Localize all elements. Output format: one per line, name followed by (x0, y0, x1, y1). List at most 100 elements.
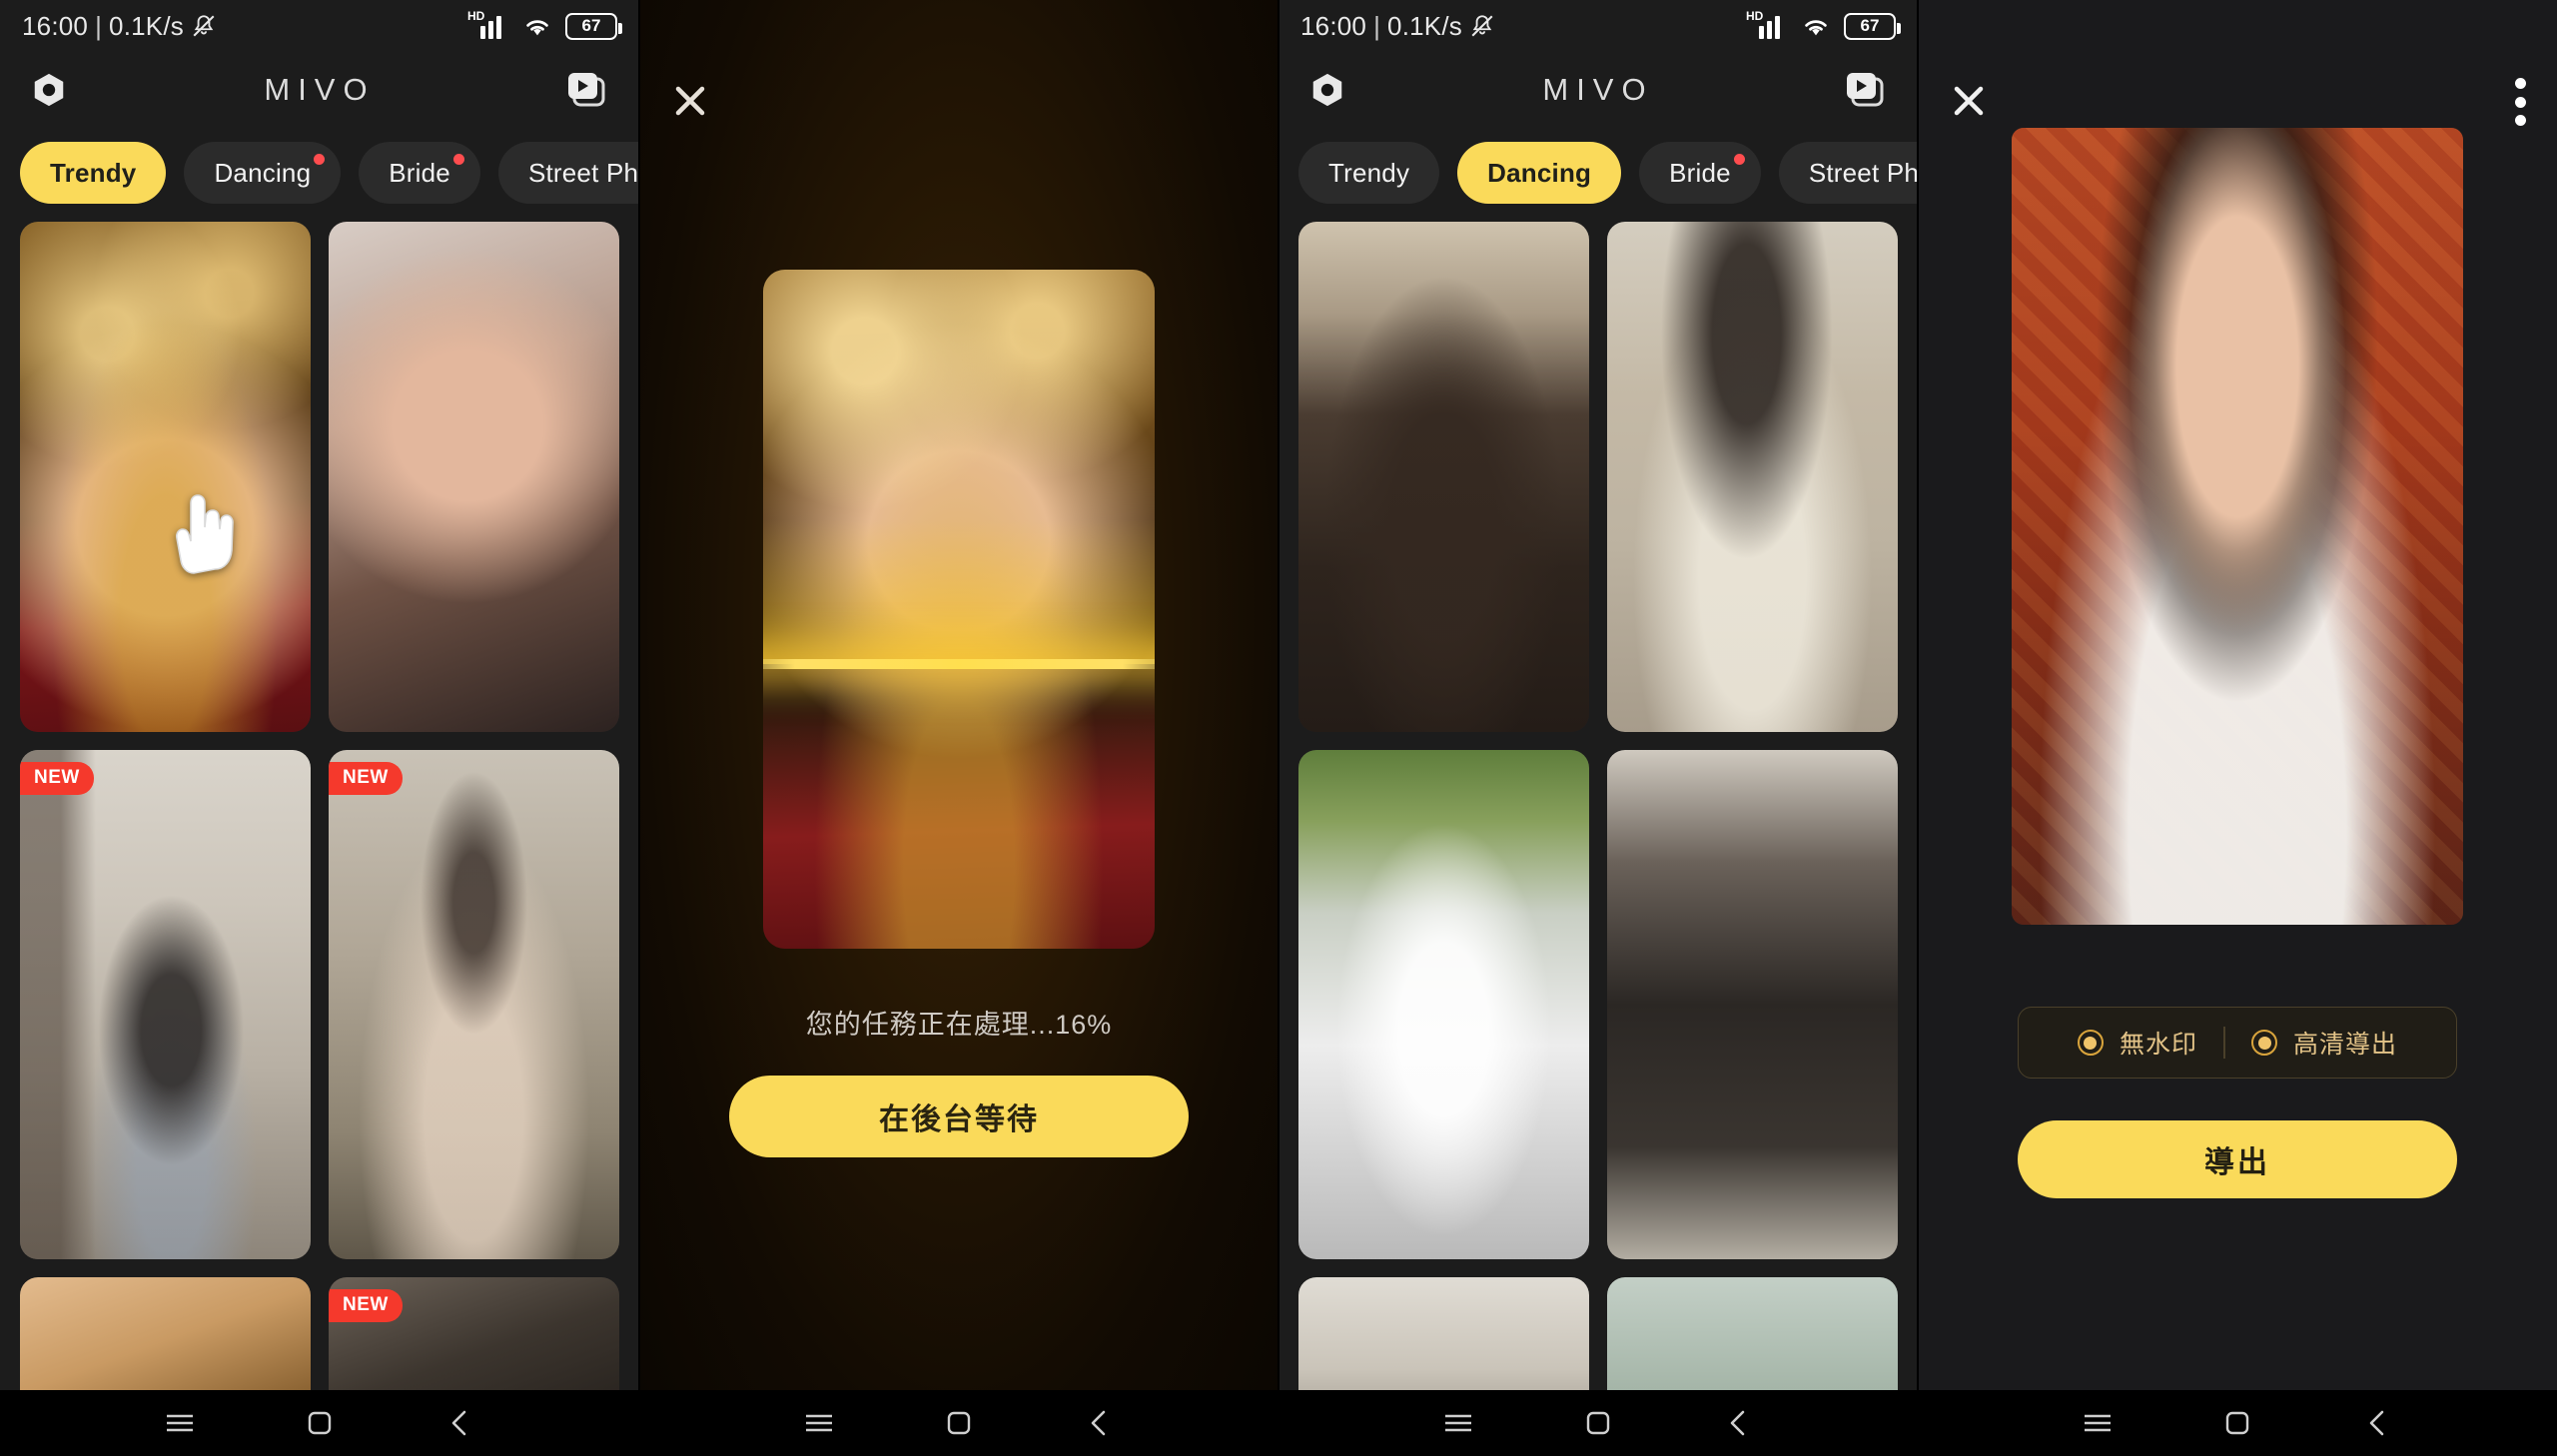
close-processing-button[interactable] (667, 78, 713, 124)
tab-new-dot-icon (1733, 154, 1745, 165)
app-header: MIVO (1278, 52, 1918, 128)
tab-dancing[interactable]: Dancing (1457, 142, 1622, 204)
tab-bride[interactable]: Bride (1639, 142, 1761, 204)
nav-segment (1278, 1390, 1918, 1456)
pointing-hand-cursor-icon (168, 489, 242, 575)
status-time: 16:00 (1300, 10, 1367, 41)
chevron-left-icon[interactable] (2359, 1405, 2395, 1441)
radio-selected-icon[interactable] (2251, 1030, 2277, 1056)
screen-root: 16:00 | 0.1K/s HD 67 MIVO Trendy Dancing… (0, 0, 2557, 1456)
status-bar-right: HD 67 (1746, 9, 1901, 40)
hamburger-icon[interactable] (801, 1405, 837, 1441)
wait-in-background-button[interactable]: 在後台等待 (729, 1076, 1189, 1157)
chevron-left-icon[interactable] (1081, 1405, 1117, 1441)
new-badge: NEW (329, 1289, 403, 1323)
video-stack-play-icon[interactable] (565, 70, 609, 110)
template-thumbnail-overlay (20, 749, 311, 1260)
export-preview-subject (2012, 128, 2463, 925)
template-card[interactable] (1607, 749, 1898, 1260)
template-card[interactable] (329, 222, 619, 732)
hamburger-icon[interactable] (162, 1405, 198, 1441)
battery-level: 67 (581, 16, 601, 35)
tab-label: Dancing (214, 157, 312, 188)
battery-level: 67 (1860, 16, 1880, 35)
tab-label: Bride (1669, 157, 1731, 188)
tab-label: Street Photograph (1808, 157, 1918, 188)
hexagon-logo-icon[interactable] (1308, 71, 1346, 109)
new-badge: NEW (329, 761, 403, 795)
template-thumbnail-overlay (1298, 222, 1589, 732)
export-preview-image (2012, 128, 2463, 925)
template-card[interactable]: NEW (329, 749, 619, 1260)
hexagon-logo-icon[interactable] (30, 71, 68, 109)
option-label: 高清導出 (2293, 1031, 2398, 1059)
tab-trendy[interactable]: Trendy (1298, 142, 1440, 204)
status-network-speed: 0.1K/s (1387, 10, 1462, 41)
tab-label: Trendy (1328, 157, 1410, 188)
status-bar-left: 16:00 | 0.1K/s (1300, 11, 1495, 42)
square-icon[interactable] (941, 1405, 977, 1441)
new-badge: NEW (20, 761, 94, 795)
scan-line-indicator (763, 659, 1155, 669)
bell-mute-icon (1469, 13, 1495, 39)
option-label: 無水印 (2119, 1031, 2197, 1059)
tab-street-photograph[interactable]: Street Photograph (1778, 142, 1918, 204)
radio-selected-icon[interactable] (2077, 1030, 2104, 1056)
bell-mute-icon (191, 13, 217, 39)
template-thumbnail-overlay (1607, 222, 1898, 732)
category-tabs-panel1[interactable]: Trendy Dancing Bride Street Photograph (0, 128, 639, 214)
export-button[interactable]: 導出 (2018, 1120, 2457, 1198)
tab-new-dot-icon (452, 154, 464, 165)
category-tabs-panel3[interactable]: Trendy Dancing Bride Street Photograph (1278, 128, 1918, 214)
kebab-menu-icon[interactable] (2513, 78, 2527, 126)
tab-label: Dancing (1487, 157, 1592, 188)
square-icon[interactable] (2219, 1405, 2255, 1441)
nav-segment (0, 1390, 639, 1456)
chevron-left-icon[interactable] (1720, 1405, 1756, 1441)
tab-street-photograph[interactable]: Street Photograph (497, 142, 639, 204)
chevron-left-icon[interactable] (441, 1405, 477, 1441)
hamburger-icon[interactable] (2080, 1405, 2116, 1441)
signal-bars-icon: HD (1746, 9, 1788, 39)
template-thumbnail-overlay (1298, 749, 1589, 1260)
option-hd-export[interactable]: 高清導出 (2225, 1025, 2423, 1061)
square-icon[interactable] (302, 1405, 338, 1441)
battery-indicator: 67 (1844, 12, 1901, 40)
template-card[interactable] (1298, 222, 1589, 732)
option-no-watermark[interactable]: 無水印 (2052, 1025, 2223, 1061)
tab-dancing[interactable]: Dancing (184, 142, 342, 204)
app-brand-title: MIVO (264, 72, 376, 107)
phone-panel-2: 您的任務正在處理...16% 在後台等待 (639, 0, 1278, 1456)
tab-label: Street Photograph (527, 157, 639, 188)
export-header (1918, 0, 2557, 128)
template-card[interactable] (1607, 222, 1898, 732)
template-card[interactable]: NEW (20, 749, 311, 1260)
close-export-button[interactable] (1946, 78, 1992, 124)
hamburger-icon[interactable] (1440, 1405, 1476, 1441)
template-grid-panel3 (1278, 214, 1918, 1456)
signal-hd-label: HD (467, 9, 485, 23)
app-header: MIVO (0, 52, 639, 128)
app-brand-title: MIVO (1542, 72, 1654, 107)
template-card[interactable] (20, 222, 311, 732)
tab-trendy[interactable]: Trendy (20, 142, 167, 204)
status-network-speed: 0.1K/s (109, 10, 184, 41)
square-icon[interactable] (1580, 1405, 1616, 1441)
panel-divider (1278, 0, 1279, 1456)
nav-segment (1918, 1390, 2557, 1456)
tab-label: Bride (389, 157, 450, 188)
video-stack-play-icon[interactable] (1844, 70, 1888, 110)
status-time: 16:00 (22, 10, 89, 41)
phone-panel-4: 無水印 高清導出 導出 (1918, 0, 2557, 1456)
scan-glow (763, 519, 1155, 664)
phone-panel-1: 16:00 | 0.1K/s HD 67 MIVO Trendy Dancing… (0, 0, 639, 1456)
tab-bride[interactable]: Bride (359, 142, 480, 204)
wifi-icon (1801, 13, 1831, 39)
template-card[interactable] (1298, 749, 1589, 1260)
status-bar: 16:00 | 0.1K/s HD 67 (0, 0, 639, 52)
status-bar-left: 16:00 | 0.1K/s (22, 11, 217, 42)
wait-in-background-label: 在後台等待 (879, 1103, 1039, 1136)
tab-label: Trendy (50, 157, 137, 188)
template-thumbnail (1607, 749, 1898, 1260)
wifi-icon (522, 13, 552, 39)
